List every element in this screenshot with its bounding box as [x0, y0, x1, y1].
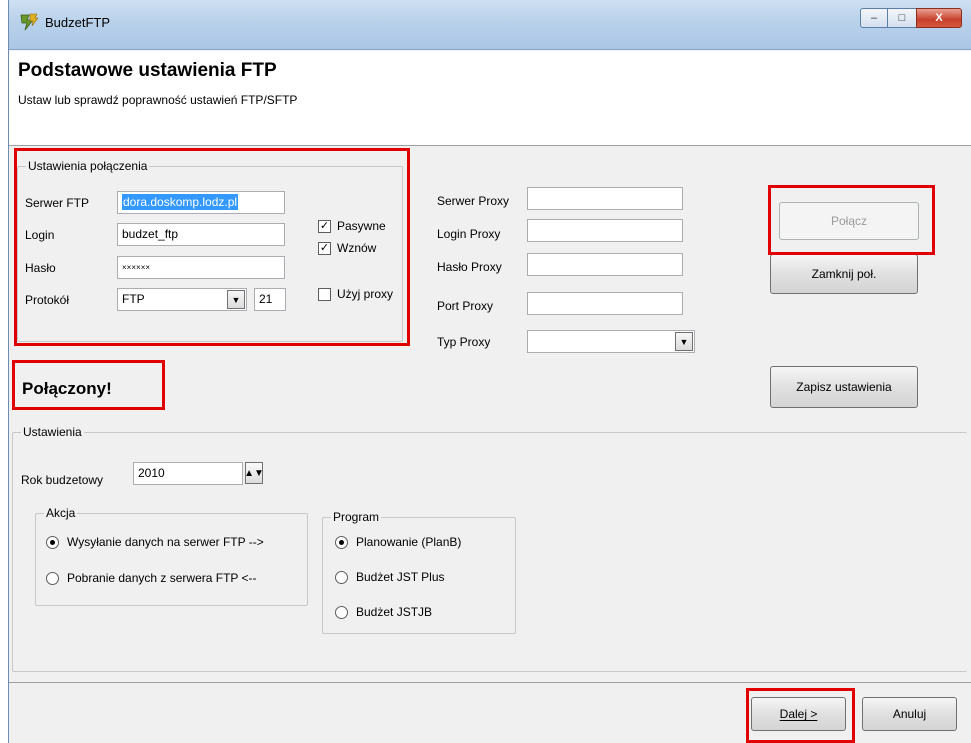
- close-icon: X: [935, 12, 943, 24]
- budzetftp-window: BudzetFTP – □ X Podstawowe ustawienia FT…: [8, 0, 971, 743]
- highlight-box-next: [746, 688, 855, 743]
- maximize-button[interactable]: □: [888, 8, 916, 28]
- action-radio-upload[interactable]: Wysyłanie danych na serwer FTP -->: [46, 535, 264, 549]
- save-settings-button[interactable]: Zapisz ustawienia: [770, 366, 918, 408]
- proxy-type-select[interactable]: ▼: [527, 330, 695, 353]
- proxy-type-label: Typ Proxy: [437, 335, 491, 349]
- proxy-port-input[interactable]: [527, 292, 683, 315]
- highlight-box-connect: [768, 185, 935, 255]
- spinner-arrows-icon[interactable]: ▲▼: [244, 462, 264, 484]
- footer-divider: [9, 682, 971, 683]
- page-header: Podstawowe ustawienia FTP Ustaw lub spra…: [9, 51, 971, 146]
- maximize-icon: □: [898, 12, 906, 24]
- program-planb-label: Planowanie (PlanB): [356, 535, 462, 549]
- title-bar[interactable]: BudzetFTP – □ X: [9, 0, 971, 50]
- close-button[interactable]: X: [916, 8, 962, 28]
- minimize-icon: –: [870, 12, 878, 24]
- page-subtitle: Ustaw lub sprawdź poprawność ustawień FT…: [18, 93, 298, 107]
- window-title: BudzetFTP: [45, 15, 111, 30]
- proxy-server-input[interactable]: [527, 187, 683, 210]
- chevron-down-icon[interactable]: ▼: [675, 332, 693, 351]
- action-upload-label: Wysyłanie danych na serwer FTP -->: [67, 535, 264, 549]
- proxy-server-label: Serwer Proxy: [437, 194, 510, 208]
- radio-unselected-icon: [335, 570, 348, 584]
- highlight-box-status: [12, 360, 165, 410]
- highlight-box-connection: [14, 148, 410, 346]
- radio-unselected-icon: [335, 605, 348, 619]
- program-radio-planb[interactable]: Planowanie (PlanB): [335, 535, 461, 549]
- radio-unselected-icon: [46, 571, 59, 585]
- proxy-login-label: Login Proxy: [437, 227, 501, 241]
- action-group: Akcja: [35, 506, 308, 606]
- proxy-password-label: Hasło Proxy: [437, 260, 502, 274]
- proxy-password-input[interactable]: [527, 253, 683, 276]
- proxy-port-label: Port Proxy: [437, 299, 494, 313]
- action-download-label: Pobranie danych z serwera FTP <--: [67, 571, 257, 585]
- program-jstjb-label: Budżet JSTJB: [356, 605, 433, 619]
- window-controls: – □ X: [860, 8, 962, 28]
- program-radio-jstjb[interactable]: Budżet JSTJB: [335, 605, 432, 619]
- settings-label: Ustawienia: [21, 425, 84, 439]
- radio-selected-icon: [46, 535, 59, 549]
- action-radio-download[interactable]: Pobranie danych z serwera FTP <--: [46, 571, 257, 585]
- disconnect-button[interactable]: Zamknij poł.: [770, 254, 918, 294]
- action-group-label: Akcja: [44, 506, 78, 520]
- program-group-label: Program: [331, 510, 382, 524]
- radio-selected-icon: [335, 535, 348, 549]
- budget-year-input[interactable]: 2010: [133, 462, 243, 485]
- proxy-login-input[interactable]: [527, 219, 683, 242]
- budget-year-label: Rok budzetowy: [21, 473, 104, 487]
- minimize-button[interactable]: –: [860, 8, 888, 28]
- program-radio-jst-plus[interactable]: Budżet JST Plus: [335, 570, 445, 584]
- program-jst-plus-label: Budżet JST Plus: [356, 570, 445, 584]
- cancel-button[interactable]: Anuluj: [862, 697, 957, 731]
- page-title: Podstawowe ustawienia FTP: [18, 60, 277, 81]
- app-icon: [20, 13, 39, 31]
